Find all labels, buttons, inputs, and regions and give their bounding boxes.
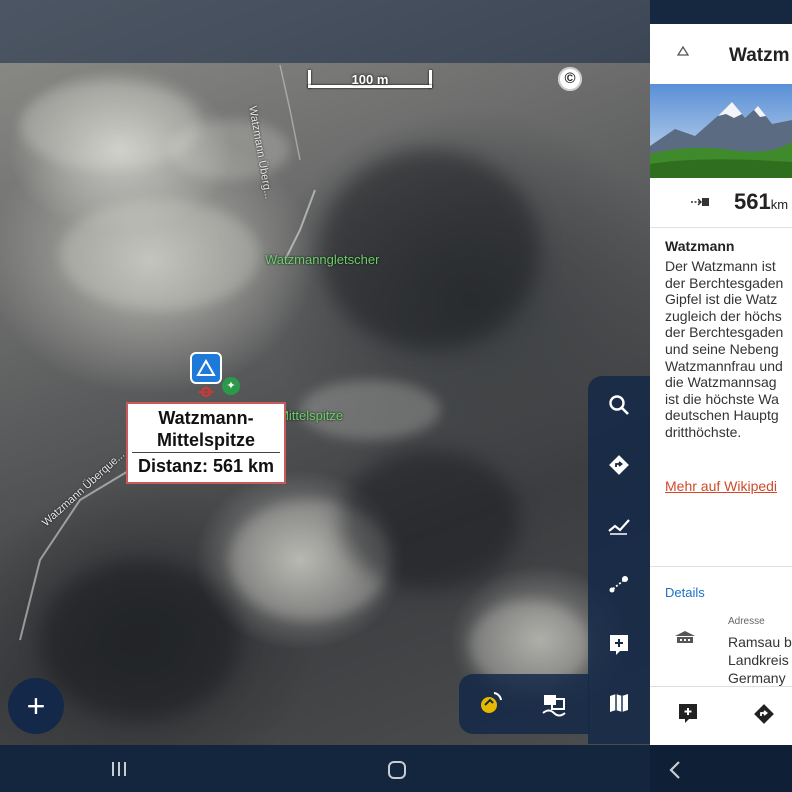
panel-top-strip (650, 0, 792, 24)
peak-icon (677, 46, 689, 56)
map-view[interactable]: Watzmann Überg... Watzmann Überque... Wa… (0, 0, 650, 745)
scale-bar: 100 m (308, 70, 432, 90)
panel-title: Watzm (729, 45, 790, 66)
hiker-icon[interactable]: ✦ (222, 377, 240, 395)
copyright-button[interactable]: © (558, 67, 582, 91)
track-icon[interactable] (602, 508, 636, 542)
directions-icon[interactable] (602, 448, 636, 482)
home-icon[interactable] (387, 760, 407, 780)
add-note-icon[interactable] (602, 628, 636, 662)
description-text: Der Watzmann ist der Berchtesgaden Gipfe… (665, 258, 784, 440)
callout-name-line2: Mittelspitze (156, 430, 255, 450)
divider (650, 566, 792, 567)
recent-apps-icon[interactable] (110, 761, 128, 777)
add-button[interactable]: + (8, 678, 64, 734)
gps-icon[interactable] (473, 686, 507, 720)
panel-action-bar (650, 686, 792, 745)
system-nav-bar (0, 745, 650, 792)
poi-detail-panel: Watzm 561km Watzmann Der Watzmann ist de… (650, 0, 792, 745)
search-icon[interactable] (602, 388, 636, 422)
map-icon[interactable] (602, 686, 636, 720)
address-label: Adresse (728, 616, 765, 627)
peak-marker-icon[interactable] (190, 352, 222, 384)
glacier-label: Watzmanngletscher (265, 252, 380, 267)
poi-photo[interactable] (650, 84, 792, 178)
add-note-icon[interactable] (678, 703, 698, 725)
scale-label: 100 m (351, 72, 389, 87)
distance-icon (691, 198, 709, 206)
location-pin-icon (198, 387, 214, 397)
back-icon[interactable] (668, 760, 682, 780)
distance-row: 561km (650, 178, 792, 228)
distance-value: 561km (734, 189, 789, 214)
directions-icon[interactable] (753, 703, 775, 725)
poi-callout[interactable]: Watzmann- Mittelspitze Distanz: 561 km (126, 402, 286, 484)
map-layers-icon[interactable] (537, 686, 571, 720)
callout-distance: Distanz: 561 km (137, 456, 275, 476)
wikipedia-link[interactable]: Mehr auf Wikipedi (665, 478, 777, 494)
map-bottom-toolbar (459, 674, 589, 734)
map-side-toolbar (588, 376, 650, 744)
details-section-label: Details (665, 585, 705, 600)
callout-name-line1: Watzmann- (158, 408, 254, 428)
address-icon (675, 631, 695, 643)
description-title: Watzmann (665, 238, 735, 254)
route-planner-icon[interactable] (602, 568, 636, 602)
panel-header: Watzm (650, 24, 792, 84)
map-trails (19, 64, 316, 641)
panel-nav-bar (650, 745, 792, 792)
address-text: Ramsau b Landkreis Germany (728, 634, 792, 686)
